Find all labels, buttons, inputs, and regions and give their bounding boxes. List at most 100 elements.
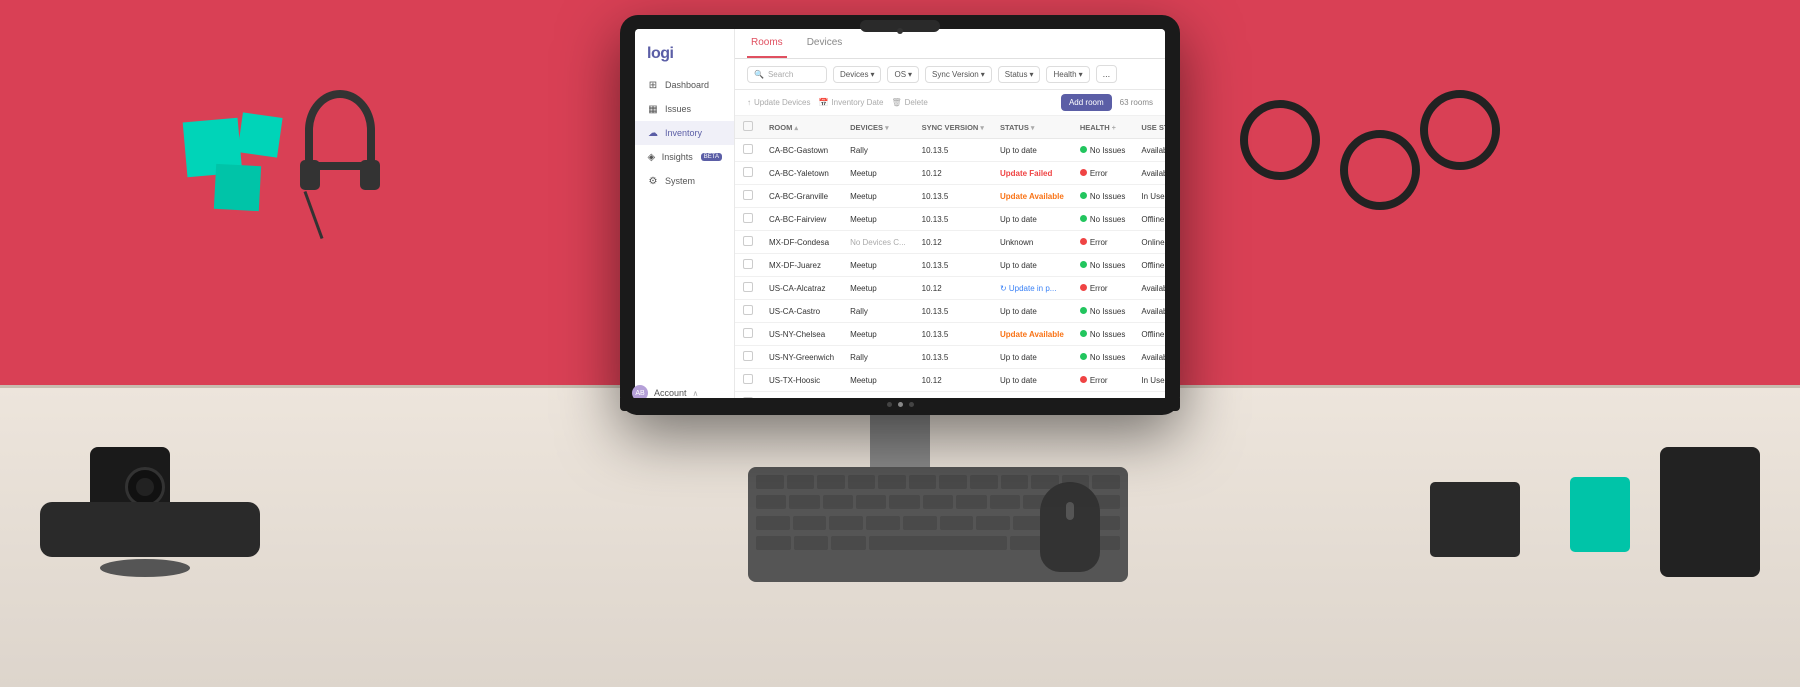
cable-coil-3 <box>1420 90 1500 170</box>
tab-devices[interactable]: Devices <box>803 29 847 58</box>
cell-status: Up to date <box>992 254 1072 277</box>
table-row[interactable]: US-CA-CastroRally10.13.5Up to dateNo Iss… <box>735 300 1165 323</box>
headset-ear-right <box>360 160 380 190</box>
table-row[interactable]: MX-DF-CondesaNo Devices C...10.12Unknown… <box>735 231 1165 254</box>
sidebar-item-dashboard[interactable]: ⊞ Dashboard <box>635 73 734 97</box>
search-box[interactable]: 🔍 Search <box>747 66 827 83</box>
table-row[interactable]: CA-BC-GranvilleMeetup10.13.5Update Avail… <box>735 185 1165 208</box>
table-row[interactable]: CA-BC-GastownRally10.13.5Up to dateNo Is… <box>735 139 1165 162</box>
select-all-checkbox[interactable] <box>743 121 753 131</box>
row-checkbox[interactable] <box>743 282 753 292</box>
cell-room: CA-BC-Gastown <box>761 139 842 162</box>
key <box>831 536 866 550</box>
row-checkbox[interactable] <box>743 236 753 246</box>
row-checkbox[interactable] <box>743 374 753 384</box>
table-row[interactable]: US-CA-AlcatrazMeetup10.12↻ Update in p..… <box>735 277 1165 300</box>
issues-icon: ▦ <box>647 103 659 115</box>
filter-sync-label: Sync Version <box>932 70 979 79</box>
health-dot <box>1080 353 1087 360</box>
row-checkbox[interactable] <box>743 328 753 338</box>
cell-devices: Meetup <box>842 369 914 392</box>
key <box>756 475 784 489</box>
cell-use-state: Available <box>1133 300 1165 323</box>
mouse <box>1040 482 1100 572</box>
cell-status: Unknown <box>992 231 1072 254</box>
status-sort-icon[interactable]: ▾ <box>1031 125 1035 132</box>
filter-health-arrow: ▾ <box>1079 70 1083 79</box>
cell-status: ↻ Update in p... <box>992 277 1072 300</box>
cell-room: MX-DF-Juarez <box>761 254 842 277</box>
cell-devices: Rally <box>842 300 914 323</box>
sidebar-item-inventory[interactable]: ☁ Inventory <box>635 121 734 145</box>
cell-sync-version: 10.13.5 <box>914 208 992 231</box>
system-icon: ⚙ <box>647 175 659 187</box>
table-row[interactable]: CA-BC-FairviewMeetup10.13.5Up to dateNo … <box>735 208 1165 231</box>
tablet <box>1660 447 1760 577</box>
row-checkbox[interactable] <box>743 213 753 223</box>
row-checkbox[interactable] <box>743 144 753 154</box>
cell-health: Error <box>1072 162 1134 185</box>
row-checkbox[interactable] <box>743 351 753 361</box>
key <box>817 475 845 489</box>
sync-sort-icon[interactable]: ▾ <box>980 125 984 132</box>
table-row[interactable]: US-NY-GreenwichRally10.13.5Up to dateNo … <box>735 346 1165 369</box>
cell-health: No Issues <box>1072 208 1134 231</box>
filter-sync-version[interactable]: Sync Version ▾ <box>925 66 992 83</box>
col-sync-version: SYNC VERSION ▾ <box>914 116 992 139</box>
cell-status: Update Available <box>992 185 1072 208</box>
sidebar-item-issues[interactable]: ▦ Issues <box>635 97 734 121</box>
app-logo: logi <box>635 41 734 73</box>
health-sort-icon[interactable]: + <box>1112 125 1116 132</box>
row-checkbox[interactable] <box>743 259 753 269</box>
cell-health: No Issues <box>1072 300 1134 323</box>
table-row[interactable]: CA-BC-YaletownMeetup10.12Update FailedEr… <box>735 162 1165 185</box>
sticky-note-3 <box>237 112 282 157</box>
row-checkbox[interactable] <box>743 190 753 200</box>
cell-sync-version: 10.13.5 <box>914 185 992 208</box>
table-row[interactable]: MX-DF-JuarezMeetup10.13.5Up to dateNo Is… <box>735 254 1165 277</box>
add-room-button[interactable]: Add room <box>1061 94 1112 111</box>
key <box>869 536 1007 550</box>
sidebar-item-system[interactable]: ⚙ System <box>635 169 734 193</box>
inventory-date-button: 📅 Inventory Date <box>818 98 883 107</box>
tab-bar: Rooms Devices <box>735 29 1165 59</box>
cell-sync-version: 10.13.5 <box>914 346 992 369</box>
filter-health[interactable]: Health ▾ <box>1046 66 1089 83</box>
toolbar: 🔍 Search Devices ▾ OS ▾ Sync Version ▾ S… <box>735 59 1165 90</box>
filter-os-label: OS <box>894 70 906 79</box>
sidebar-item-insights[interactable]: ◈ Insights BETA <box>635 145 734 169</box>
health-dot <box>1080 307 1087 314</box>
devices-sort-icon[interactable]: ▾ <box>885 125 889 132</box>
table-row[interactable]: US-TX-HoosicMeetup10.12Up to dateErrorIn… <box>735 369 1165 392</box>
table-header: ROOM ▴ DEVICES ▾ SYNC VERSION ▾ STATUS ▾… <box>735 116 1165 139</box>
row-checkbox[interactable] <box>743 305 753 315</box>
more-filters-button[interactable]: ... <box>1096 65 1118 83</box>
cell-status: Update Available <box>992 323 1072 346</box>
row-checkbox[interactable] <box>743 167 753 177</box>
monitor-screen: logi ⊞ Dashboard ▦ Issues ☁ Inventory ◈ … <box>635 29 1165 401</box>
table-container: ROOM ▴ DEVICES ▾ SYNC VERSION ▾ STATUS ▾… <box>735 116 1165 401</box>
room-sort-icon[interactable]: ▴ <box>794 125 798 132</box>
filter-devices[interactable]: Devices ▾ <box>833 66 881 83</box>
sticky-note-2 <box>214 164 261 211</box>
health-dot <box>1080 146 1087 153</box>
cell-health: No Issues <box>1072 185 1134 208</box>
filter-os[interactable]: OS ▾ <box>887 66 919 83</box>
cell-sync-version: 10.12 <box>914 277 992 300</box>
key <box>940 516 974 530</box>
key <box>756 536 791 550</box>
delete-label: Delete <box>905 98 928 107</box>
key <box>756 516 790 530</box>
health-dot <box>1080 261 1087 268</box>
filter-status[interactable]: Status ▾ <box>998 66 1041 83</box>
cell-devices: Meetup <box>842 277 914 300</box>
tab-rooms[interactable]: Rooms <box>747 29 787 58</box>
account-chevron-icon: ∧ <box>693 389 699 398</box>
table-row[interactable]: US-NY-ChelseaMeetup10.13.5Update Availab… <box>735 323 1165 346</box>
key <box>1001 475 1029 489</box>
cell-devices: Meetup <box>842 185 914 208</box>
cell-use-state: Offline <box>1133 323 1165 346</box>
rooms-table: ROOM ▴ DEVICES ▾ SYNC VERSION ▾ STATUS ▾… <box>735 116 1165 401</box>
cell-devices: Meetup <box>842 323 914 346</box>
pencil-holder <box>1570 477 1630 552</box>
